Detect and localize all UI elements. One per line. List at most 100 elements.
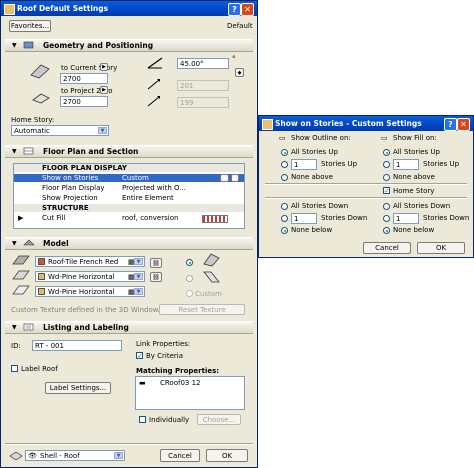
link-surfaces-button-2[interactable]: ⛓	[150, 272, 162, 282]
stories-ok-button[interactable]: OK	[417, 242, 465, 254]
table-row[interactable]: Show on Stories Custom ▤ ▶	[14, 174, 244, 182]
fill-n-up-label: Stories Up	[423, 160, 460, 168]
fill-all-down-radio[interactable]	[383, 203, 390, 210]
outline-icon: ▭	[279, 134, 286, 142]
fill-n-down-input[interactable]: 1	[393, 213, 419, 224]
outline-all-up-label: All Stories Up	[291, 148, 338, 156]
chevron-down-icon[interactable]: ▼	[134, 288, 143, 295]
link-surfaces-button[interactable]: ⛓	[150, 258, 162, 268]
fill-none-above-label: None above	[393, 173, 435, 181]
stories-cancel-button[interactable]: Cancel	[363, 242, 411, 254]
outline-all-up-radio[interactable]	[281, 149, 288, 156]
chevron-down-icon[interactable]: ▼	[134, 273, 143, 280]
outline-n-up-radio[interactable]	[281, 161, 288, 168]
show-stories-arrow-button[interactable]: ▶	[231, 174, 239, 182]
model-header: Model	[43, 239, 69, 248]
edge-perpendicular-radio[interactable]	[186, 259, 193, 266]
by-criteria-checkbox[interactable]: ✓	[136, 352, 143, 360]
outline-none-above-radio[interactable]	[281, 174, 288, 181]
id-label: ID:	[11, 342, 21, 350]
fill-n-down-radio[interactable]	[383, 215, 390, 222]
fill-n-up-radio[interactable]	[383, 161, 390, 168]
id-input[interactable]: RT - 001	[32, 340, 122, 351]
matching-item[interactable]: CRoof03 12	[160, 378, 201, 388]
surface-top-icon	[12, 255, 30, 265]
collapse-icon[interactable]: ▼	[12, 146, 17, 157]
surface-bottom-select[interactable]: Wd-Pine Horizontal ▦ ▼	[35, 286, 145, 297]
favorites-button[interactable]: Favorites...	[9, 20, 51, 32]
edge-vertical-radio[interactable]	[186, 275, 193, 282]
outline-all-down-radio[interactable]	[281, 203, 288, 210]
roof-settings-window: Roof Default Settings ? ✕ Favorites... D…	[0, 0, 258, 468]
stories-title: Show on Stories - Custom Settings	[275, 119, 422, 128]
help-icon[interactable]: ?	[228, 3, 241, 16]
fill-all-up-label: All Stories Up	[393, 148, 440, 156]
top-height-input[interactable]: 2700	[60, 73, 108, 84]
individually-checkbox[interactable]	[139, 416, 146, 423]
surface-side-select[interactable]: Wd-Pine Horizontal ▦ ▼	[35, 271, 145, 282]
surface-top-select[interactable]: Roof-Tile French Red ▦ ▼	[35, 256, 145, 267]
fill-all-up-radio[interactable]	[383, 149, 390, 156]
collapse-icon[interactable]: ▼	[12, 238, 17, 249]
chevron-down-icon[interactable]: ▼	[114, 452, 123, 459]
home-story-checkbox[interactable]: ✓	[383, 187, 390, 195]
edge-custom-radio[interactable]	[186, 290, 193, 297]
floorplan-header: Floor Plan and Section	[43, 147, 139, 156]
ok-button[interactable]: OK	[206, 449, 248, 462]
fill-n-up-input[interactable]: 1	[393, 159, 419, 170]
fill-none-below-radio[interactable]	[383, 227, 390, 234]
collapse-icon[interactable]: ▼	[12, 322, 17, 333]
roof-elevation-icon	[30, 64, 50, 79]
home-story-label: Home Story:	[11, 116, 55, 124]
floorplan-section-header[interactable]: ▼ Floor Plan and Section	[5, 145, 253, 158]
table-row[interactable]: Show Projection Entire Element	[14, 194, 244, 202]
outline-n-down-input[interactable]: 1	[291, 213, 317, 224]
bottom-height-input[interactable]: 2700	[60, 96, 108, 107]
listing-section-header[interactable]: ▼ Listing and Labeling	[5, 321, 253, 334]
fill-none-above-radio[interactable]	[383, 174, 390, 181]
help-icon[interactable]: ?	[444, 118, 457, 131]
geometry-section-header[interactable]: ▼ Geometry and Positioning	[5, 39, 253, 52]
close-icon[interactable]: ✕	[241, 3, 254, 16]
matching-properties-list[interactable]: ▬ CRoof03 12	[135, 376, 245, 410]
angle-toggle-button[interactable]: ◆	[235, 68, 244, 77]
app-icon	[4, 4, 15, 15]
outline-n-up-label: Stories Up	[321, 160, 358, 168]
angle-input[interactable]: 45.00°	[177, 58, 229, 69]
collapse-icon[interactable]: ▼	[12, 40, 17, 51]
layer-select[interactable]: 👁 Shell - Roof ▼	[25, 450, 125, 461]
stories-titlebar[interactable]: Show on Stories - Custom Settings ? ✕	[259, 116, 473, 131]
show-stories-icon[interactable]: ▤	[220, 174, 229, 182]
degree-marker: °	[232, 55, 236, 63]
outline-n-up-input[interactable]: 1	[291, 159, 317, 170]
reset-texture-button[interactable]: Reset Texture	[159, 304, 245, 315]
listing-header: Listing and Labeling	[43, 323, 129, 332]
geometry-icon	[23, 41, 34, 49]
outline-n-down-radio[interactable]	[281, 215, 288, 222]
table-row[interactable]: Floor Plan Display Projected with O...	[14, 184, 244, 192]
outline-none-below-radio[interactable]	[281, 227, 288, 234]
chevron-down-icon[interactable]: ▼	[98, 127, 107, 134]
model-section-header[interactable]: ▼ Model	[5, 237, 253, 250]
roof-titlebar[interactable]: Roof Default Settings ? ✕	[1, 1, 257, 16]
pitch2-input[interactable]: 199	[177, 97, 229, 108]
model-icon	[23, 239, 35, 246]
close-icon[interactable]: ✕	[457, 118, 470, 131]
label-roof-checkbox[interactable]	[11, 365, 18, 372]
table-row[interactable]: ▶ Cut Fill roof, conversion	[14, 214, 244, 223]
individually-label: Individually	[149, 416, 190, 424]
cancel-button[interactable]: Cancel	[160, 449, 200, 462]
layer-value: Shell - Roof	[40, 452, 80, 460]
choose-button[interactable]: Choose...	[197, 414, 241, 425]
pitch1-input[interactable]: 201	[177, 80, 229, 91]
label-settings-button[interactable]: Label Settings...	[45, 382, 111, 394]
listing-icon	[23, 323, 34, 331]
outline-n-down-label: Stories Down	[321, 214, 368, 222]
current-story-arrow-button[interactable]: ▶	[100, 63, 108, 71]
chevron-down-icon[interactable]: ▼	[134, 258, 143, 265]
home-story-select[interactable]: Automatic ▼	[11, 125, 109, 136]
expand-icon[interactable]: ▶	[18, 214, 23, 222]
table-row: FLOOR PLAN DISPLAY	[14, 164, 244, 172]
project-zero-arrow-button[interactable]: ▶	[100, 86, 108, 94]
fill-all-down-label: All Stories Down	[393, 202, 451, 210]
